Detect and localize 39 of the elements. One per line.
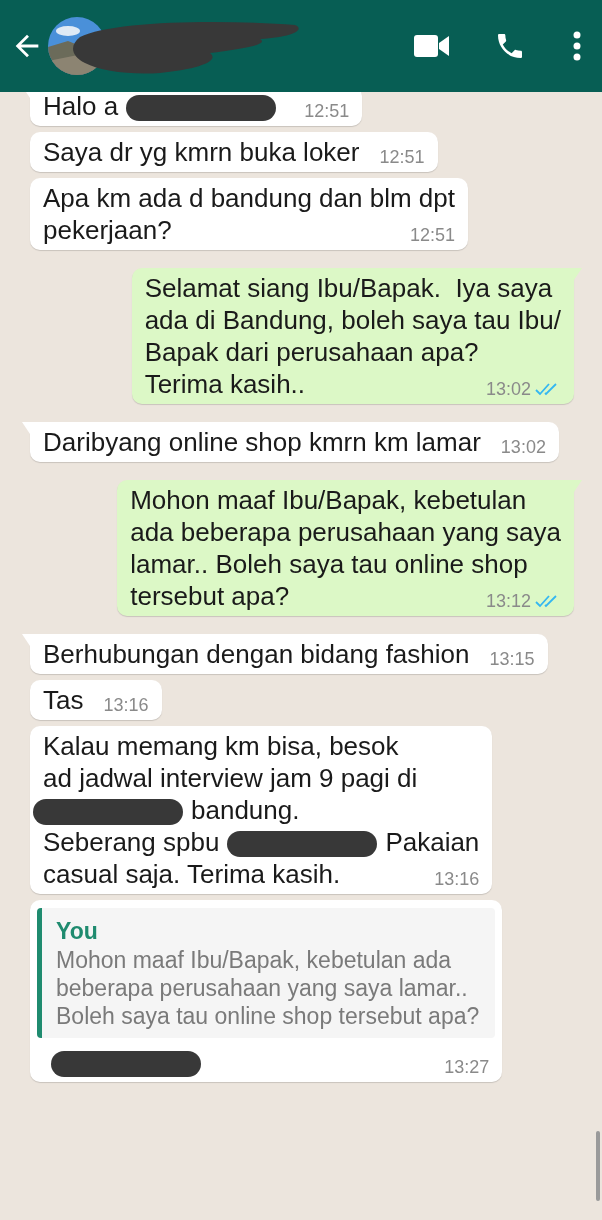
more-options-icon[interactable]: [572, 31, 582, 61]
message-text: casual saja. Terima kasih.: [43, 859, 341, 889]
message-time: 13:12: [485, 590, 531, 612]
message-text: Pakaian: [385, 827, 480, 857]
message-text: Halo a: [43, 91, 119, 121]
quote-author: You: [56, 917, 99, 946]
quote-text: Boleh saya tau online shop tersebut apa?: [56, 1002, 480, 1030]
message-text: pekerjaan?: [43, 215, 172, 245]
message-time: 13:16: [434, 868, 480, 890]
message-text: Tas: [43, 685, 84, 715]
quote-text: Mohon maaf Ibu/Bapak, kebetulan ada: [56, 946, 452, 974]
message-text: Saya dr yg kmrn buka loker: [43, 137, 360, 167]
scrollbar[interactable]: [596, 1131, 600, 1201]
message-text: bandung.: [191, 795, 300, 825]
message-text: Selamat siang Ibu/Bapak. Iya saya: [144, 273, 553, 303]
quoted-message[interactable]: You Mohon maaf Ibu/Bapak, kebetulan ada beberapa perusahaan yang saya lamar.. Boleh saya tau online shop tersebut apa?: [37, 908, 496, 1038]
message-text: ada beberapa perusahaan yang saya: [130, 517, 561, 547]
message-time: 12:51: [409, 224, 455, 246]
message-time: 12:51: [304, 100, 350, 122]
message-text: Seberang spbu: [43, 827, 220, 857]
message-text: lamar.. Boleh saya tau online shop: [130, 549, 528, 579]
message-text: ada di Bandung, boleh saya tau Ibu/: [144, 305, 561, 335]
message-time: 13:27: [444, 1056, 490, 1078]
message-time: 12:51: [379, 146, 425, 168]
message-time: 13:15: [489, 648, 535, 670]
message-text: ad jadwal interview jam 9 pagi di: [43, 763, 418, 793]
message-text: Kalau memang km bisa, besok: [43, 731, 399, 761]
message-text: Mohon maaf Ibu/Bapak, kebetulan: [130, 485, 527, 515]
message-text: Daribyang online shop kmrn km lamar: [43, 427, 481, 457]
message-text: Terima kasih..: [144, 369, 306, 399]
message-text: Apa km ada d bandung dan blm dpt: [43, 183, 455, 213]
video-camera-icon[interactable]: [414, 33, 450, 59]
quote-text: beberapa perusahaan yang saya lamar..: [56, 974, 468, 1002]
message-time: 13:02: [500, 436, 546, 458]
message-time: 13:02: [485, 378, 531, 400]
message-time: 13:16: [103, 694, 149, 716]
message-text: Berhubungan dengan bidang fashion: [43, 639, 470, 669]
message-text: Bapak dari perusahaan apa?: [144, 337, 479, 367]
message-text: tersebut apa?: [130, 581, 290, 611]
